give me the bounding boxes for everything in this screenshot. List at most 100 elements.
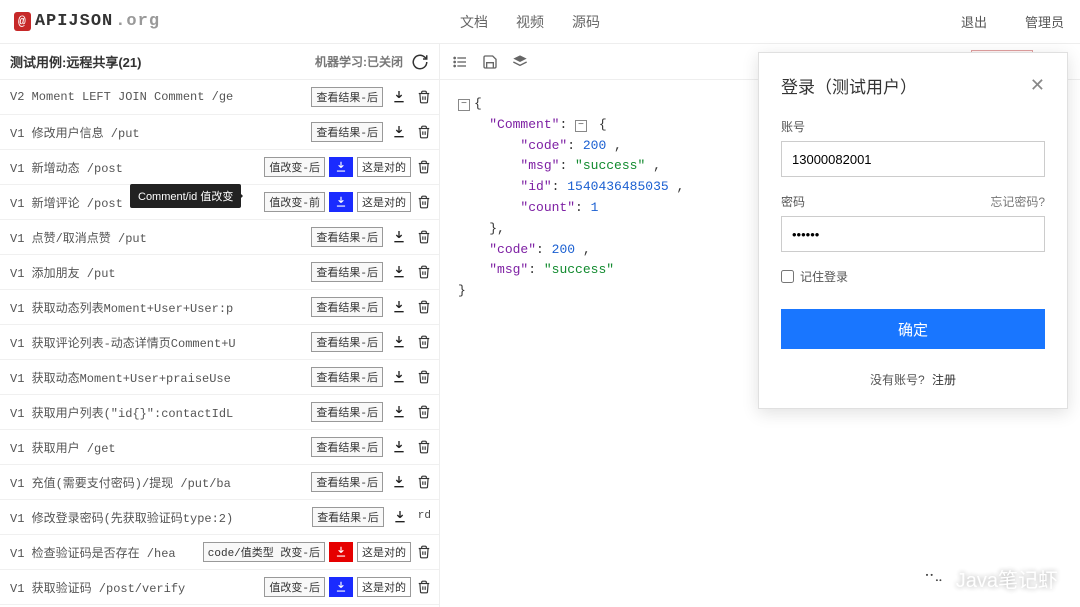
tooltip: Comment/id 值改变 [130,184,241,208]
download-icon[interactable] [387,297,411,317]
trash-icon[interactable] [417,335,431,349]
test-row[interactable]: V1 点赞/取消点赞 /put查看结果-后 [0,220,439,255]
trash-icon[interactable] [417,440,431,454]
trash-icon[interactable] [417,265,431,279]
download-icon[interactable] [387,122,411,142]
wechat-icon [920,565,948,593]
download-icon[interactable] [329,577,353,597]
trash-icon[interactable] [417,230,431,244]
list-icon[interactable] [452,54,468,70]
trash-icon[interactable] [417,195,431,209]
test-row[interactable]: V1 新增动态 /post值改变-后这是对的 [0,150,439,185]
left-panel: 测试用例:远程共享(21) 机器学习:已关闭 V2 Moment LEFT JO… [0,44,440,607]
correct-tag[interactable]: 这是对的 [357,577,411,597]
login-title: 登录（测试用户） ✕ [781,73,1045,98]
login-submit-button[interactable]: 确定 [781,309,1045,349]
result-tag[interactable]: 查看结果-后 [311,437,383,457]
register-link[interactable]: 注册 [932,373,956,387]
json-val-msg2: "success" [544,262,614,277]
layers-icon[interactable] [512,54,528,70]
test-row[interactable]: V1 获取评论列表-动态详情页Comment+U 查看结果-后 [0,325,439,360]
test-row[interactable]: V2 Moment LEFT JOIN Comment /ge查看结果-后 [0,80,439,115]
result-tag[interactable]: 查看结果-后 [311,227,383,247]
trash-icon[interactable] [417,90,431,104]
logo[interactable]: @ APIJSON .org [14,12,160,31]
account-input[interactable] [781,141,1045,177]
test-row[interactable]: V1 修改用户信息 /put 查看结果-后 [0,115,439,150]
remember-check[interactable]: 记住登录 [781,268,1045,285]
test-row[interactable]: V1 充值(需要支付密码)/提现 /put/ba查看结果-后 [0,465,439,500]
result-tag[interactable]: 查看结果-后 [311,402,383,422]
ml-status[interactable]: 机器学习:已关闭 [315,53,403,70]
trash-icon[interactable]: rd [418,510,431,524]
result-tag[interactable]: 值改变-后 [264,577,325,597]
result-tag[interactable]: 查看结果-后 [311,262,383,282]
result-tag[interactable]: 查看结果-后 [312,507,384,527]
test-row[interactable]: V1 检查验证码是否存在 /heacode/值类型 改变-后这是对的 [0,535,439,570]
login-footer: 没有账号? 注册 [781,371,1045,388]
test-row[interactable]: V1 获取动态Moment+User+praiseUse查看结果-后 [0,360,439,395]
result-tag[interactable]: 查看结果-后 [311,297,383,317]
trash-icon[interactable] [417,405,431,419]
test-row[interactable]: V1 获取用户 /get查看结果-后 [0,430,439,465]
nav-video[interactable]: 视频 [516,12,544,32]
account-label: 账号 [781,118,1045,135]
json-val-code: 200 [583,138,606,153]
result-tag[interactable]: 查看结果-后 [311,122,383,142]
save-icon[interactable] [482,54,498,70]
nav-logout[interactable]: 退出 [961,12,987,31]
download-icon[interactable] [387,262,411,282]
test-row[interactable]: V1 获取用户列表("id{}":contactIdL 查看结果-后 [0,395,439,430]
result-tag[interactable]: 查看结果-后 [311,367,383,387]
collapse-icon[interactable]: − [575,120,587,132]
trash-icon[interactable] [417,125,431,139]
forgot-password-link[interactable]: 忘记密码? [990,193,1045,210]
correct-tag[interactable]: 这是对的 [357,192,411,212]
result-tag[interactable]: code/值类型 改变-后 [203,542,325,562]
json-val-count: 1 [591,200,599,215]
download-icon[interactable] [387,472,411,492]
password-input[interactable] [781,216,1045,252]
nav-source[interactable]: 源码 [572,12,600,32]
result-tag[interactable]: 查看结果-后 [311,87,383,107]
refresh-icon[interactable] [411,53,429,71]
trash-icon[interactable] [417,300,431,314]
result-tag[interactable]: 查看结果-后 [311,332,383,352]
logo-badge: @ [14,12,31,31]
download-icon[interactable] [387,227,411,247]
result-tag[interactable]: 查看结果-后 [311,472,383,492]
logo-suffix: .org [115,12,160,31]
download-icon[interactable] [387,367,411,387]
download-icon[interactable] [387,437,411,457]
test-row[interactable]: V1 获取动态列表Moment+User+User:p查看结果-后 [0,290,439,325]
trash-icon[interactable] [417,580,431,594]
test-label: V1 修改用户信息 /put [10,124,301,141]
download-icon[interactable] [387,402,411,422]
close-icon[interactable]: ✕ [1030,75,1045,96]
result-tag[interactable]: 值改变-后 [264,157,325,177]
nav-admin[interactable]: 管理员 [1025,12,1064,31]
download-icon[interactable] [329,192,353,212]
trash-icon[interactable] [417,545,431,559]
nav-docs[interactable]: 文档 [460,12,488,32]
correct-tag[interactable]: 这是对的 [357,542,411,562]
test-row[interactable]: V1 修改登录密码(先获取验证码type:2)查看结果-后rd [0,500,439,535]
test-row[interactable]: V1 获取验证码 /post/verify值改变-后这是对的 [0,570,439,605]
download-icon[interactable] [388,507,412,527]
trash-icon[interactable] [417,475,431,489]
test-list[interactable]: V2 Moment LEFT JOIN Comment /ge查看结果-后V1 … [0,80,439,607]
result-tag[interactable]: 值改变-前 [264,192,325,212]
correct-tag[interactable]: 这是对的 [357,157,411,177]
remember-checkbox[interactable] [781,270,794,283]
test-label: V1 获取评论列表-动态详情页Comment+U [10,334,301,351]
trash-icon[interactable] [417,160,431,174]
json-key-count: "count" [520,200,575,215]
test-label: V1 获取用户列表("id{}":contactIdL [10,404,301,421]
collapse-icon[interactable]: − [458,99,470,111]
download-icon[interactable] [329,542,353,562]
test-row[interactable]: V1 添加朋友 /put查看结果-后 [0,255,439,290]
download-icon[interactable] [387,332,411,352]
download-icon[interactable] [329,157,353,177]
download-icon[interactable] [387,87,411,107]
trash-icon[interactable] [417,370,431,384]
